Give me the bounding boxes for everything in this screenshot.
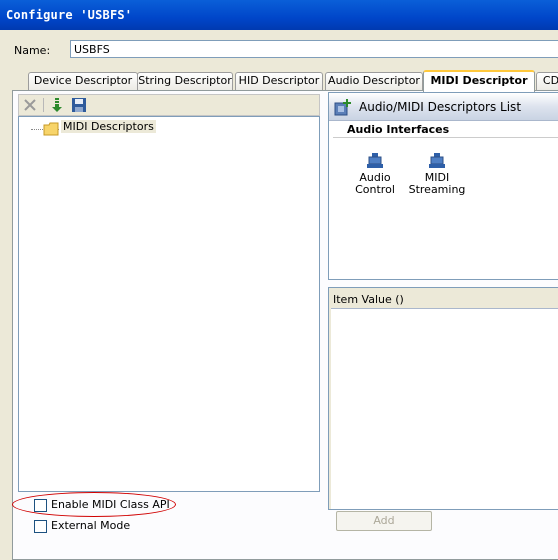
audio-control-icon[interactable]: [367, 153, 383, 169]
midi-streaming-item[interactable]: MIDI Streaming: [407, 172, 467, 196]
enable-midi-api-checkbox[interactable]: [34, 499, 47, 512]
tab-midi-descriptor[interactable]: MIDI Descriptor: [423, 70, 535, 92]
name-input[interactable]: [70, 40, 558, 58]
tab-audio-descriptor[interactable]: Audio Descriptor: [325, 72, 423, 90]
tab-device-descriptor[interactable]: Device Descriptor: [28, 72, 138, 90]
audio-control-item[interactable]: Audio Control: [345, 172, 405, 196]
tab-cd[interactable]: CD: [536, 72, 558, 90]
section-divider: [333, 137, 558, 138]
window-title: Configure 'USBFS': [6, 8, 133, 22]
external-mode-checkbox[interactable]: [34, 520, 47, 533]
item-value-panel: Item Value (): [328, 287, 558, 510]
folder-icon: [43, 122, 59, 136]
external-mode-label: External Mode: [51, 519, 131, 532]
title-bar: Configure 'USBFS': [0, 0, 558, 30]
descriptor-tree[interactable]: MIDI Descriptors: [18, 116, 320, 492]
descriptor-toolbar: [18, 94, 320, 116]
descriptors-list-title: Audio/MIDI Descriptors List: [359, 100, 522, 114]
toolbar-separator: [43, 98, 44, 112]
tree-item-midi-descriptors[interactable]: MIDI Descriptors: [61, 120, 156, 133]
delete-icon[interactable]: [22, 97, 38, 113]
descriptors-list-header: Audio/MIDI Descriptors List: [329, 93, 558, 121]
enable-midi-api-label: Enable MIDI Class API: [51, 498, 170, 511]
add-button[interactable]: Add: [336, 511, 432, 531]
name-label: Name:: [14, 44, 51, 57]
midi-streaming-icon[interactable]: [429, 153, 445, 169]
item-value-grid[interactable]: [331, 308, 558, 509]
audio-control-line2: Control: [355, 183, 395, 196]
midi-streaming-line2: Streaming: [408, 183, 466, 196]
descriptors-list-panel: Audio/MIDI Descriptors List Audio Interf…: [328, 92, 558, 280]
tab-strip: Device Descriptor String Descriptor HID …: [0, 70, 558, 92]
add-descriptor-icon: [334, 99, 351, 116]
tab-string-descriptor[interactable]: String Descriptor: [137, 72, 233, 90]
tab-hid-descriptor[interactable]: HID Descriptor: [235, 72, 323, 90]
item-value-title: Item Value (): [333, 293, 404, 306]
audio-interfaces-header: Audio Interfaces: [347, 123, 450, 136]
save-icon[interactable]: [71, 97, 87, 113]
import-icon[interactable]: [49, 97, 65, 113]
